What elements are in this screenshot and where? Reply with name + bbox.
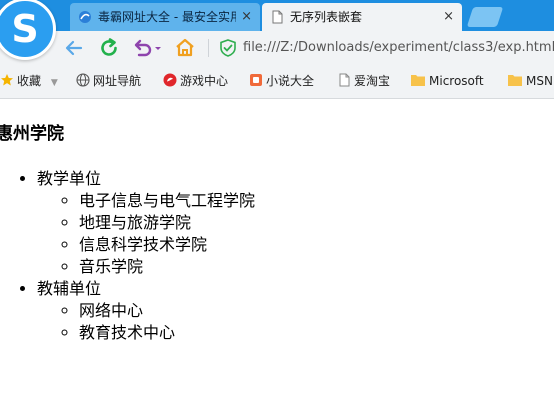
address-bar[interactable]: file:///Z:/Downloads/experiment/class3/e… [216,36,554,60]
bookmark-msn[interactable]: MSN [507,72,553,90]
book-icon [249,73,263,87]
game-icon [163,73,177,87]
list-item: 信息科学技术学院 [79,234,255,256]
page-title: 惠州学院 [0,124,64,144]
tab-label: 无序列表嵌套 [290,10,363,24]
back-button[interactable] [62,36,86,60]
chevron-down-icon[interactable]: ▼ [51,78,58,88]
tab-strip: S 毒霸网址大全 - 最安全实用的网址导航 × 无序列表嵌套 × [0,0,554,60]
nested-list: 网络中心 教育技术中心 [37,300,255,344]
url-text[interactable]: file:///Z:/Downloads/experiment/class3/e… [243,36,554,60]
browser-logo-icon[interactable]: S [0,0,56,60]
toolbar: file:///Z:/Downloads/experiment/class3/e… [0,31,554,64]
bookmark-games[interactable]: 游戏中心 [163,72,228,90]
toolbar-divider [208,39,209,57]
home-icon [176,38,194,57]
list-item: 教育技术中心 [79,322,255,344]
folder-icon [410,73,426,87]
folder-icon [507,73,523,87]
arrow-left-icon [65,40,83,56]
page-content: 惠州学院 教学单位 电子信息与电气工程学院 地理与旅游学院 信息科学技术学院 音… [0,100,554,420]
undo-close-button[interactable] [130,36,164,60]
list-item: 网络中心 [79,300,255,322]
page-icon [337,73,351,87]
group-label: 教辅单位 [37,279,102,298]
globe-icon [76,73,90,87]
bookmark-label: 收藏 [17,74,42,88]
browser-favicon-icon [79,11,91,23]
list-item: 地理与旅游学院 [79,212,255,234]
page-icon [272,10,283,24]
bookmark-label: MSN [526,74,553,88]
list-item: 教辅单位 网络中心 教育技术中心 [37,278,255,344]
close-icon[interactable]: × [241,3,252,31]
tab-current[interactable]: 无序列表嵌套 × [262,3,462,31]
reload-button[interactable] [97,36,121,60]
shield-check-icon [220,39,236,57]
outer-list: 教学单位 电子信息与电气工程学院 地理与旅游学院 信息科学技术学院 音乐学院 教… [0,168,255,344]
bookmark-label: 爱淘宝 [354,74,391,88]
new-tab-button[interactable] [466,7,504,27]
undo-icon [134,39,161,57]
close-icon[interactable]: × [443,3,454,31]
list-item: 音乐学院 [79,256,255,278]
bookmark-label: 游戏中心 [180,74,229,88]
bookmark-taobao[interactable]: 爱淘宝 [337,72,390,90]
bookmark-label: Microsoft [429,74,484,88]
list-item: 教学单位 电子信息与电气工程学院 地理与旅游学院 信息科学技术学院 音乐学院 [37,168,255,278]
tab-label: 毒霸网址大全 - 最安全实用的网址导航 [98,10,236,24]
bookmark-label: 小说大全 [266,74,315,88]
list-item: 电子信息与电气工程学院 [79,190,255,212]
reload-icon [101,38,117,56]
home-button[interactable] [173,36,197,60]
tab-duba[interactable]: 毒霸网址大全 - 最安全实用的网址导航 × [70,3,260,31]
nested-list: 电子信息与电气工程学院 地理与旅游学院 信息科学技术学院 音乐学院 [37,190,255,278]
bookmark-nav[interactable]: 网址导航 [76,72,141,90]
bookmark-label: 网址导航 [93,74,142,88]
bookmark-microsoft[interactable]: Microsoft [410,72,484,90]
group-label: 教学单位 [37,169,102,188]
bookmark-bar: 收藏 ▼ 网址导航 游戏中心 小说大全 爱淘宝 Microsoft MSN [0,64,554,99]
star-icon [0,73,14,87]
bookmark-novels[interactable]: 小说大全 [249,72,314,90]
bookmark-favorites[interactable]: 收藏 ▼ [0,72,58,90]
